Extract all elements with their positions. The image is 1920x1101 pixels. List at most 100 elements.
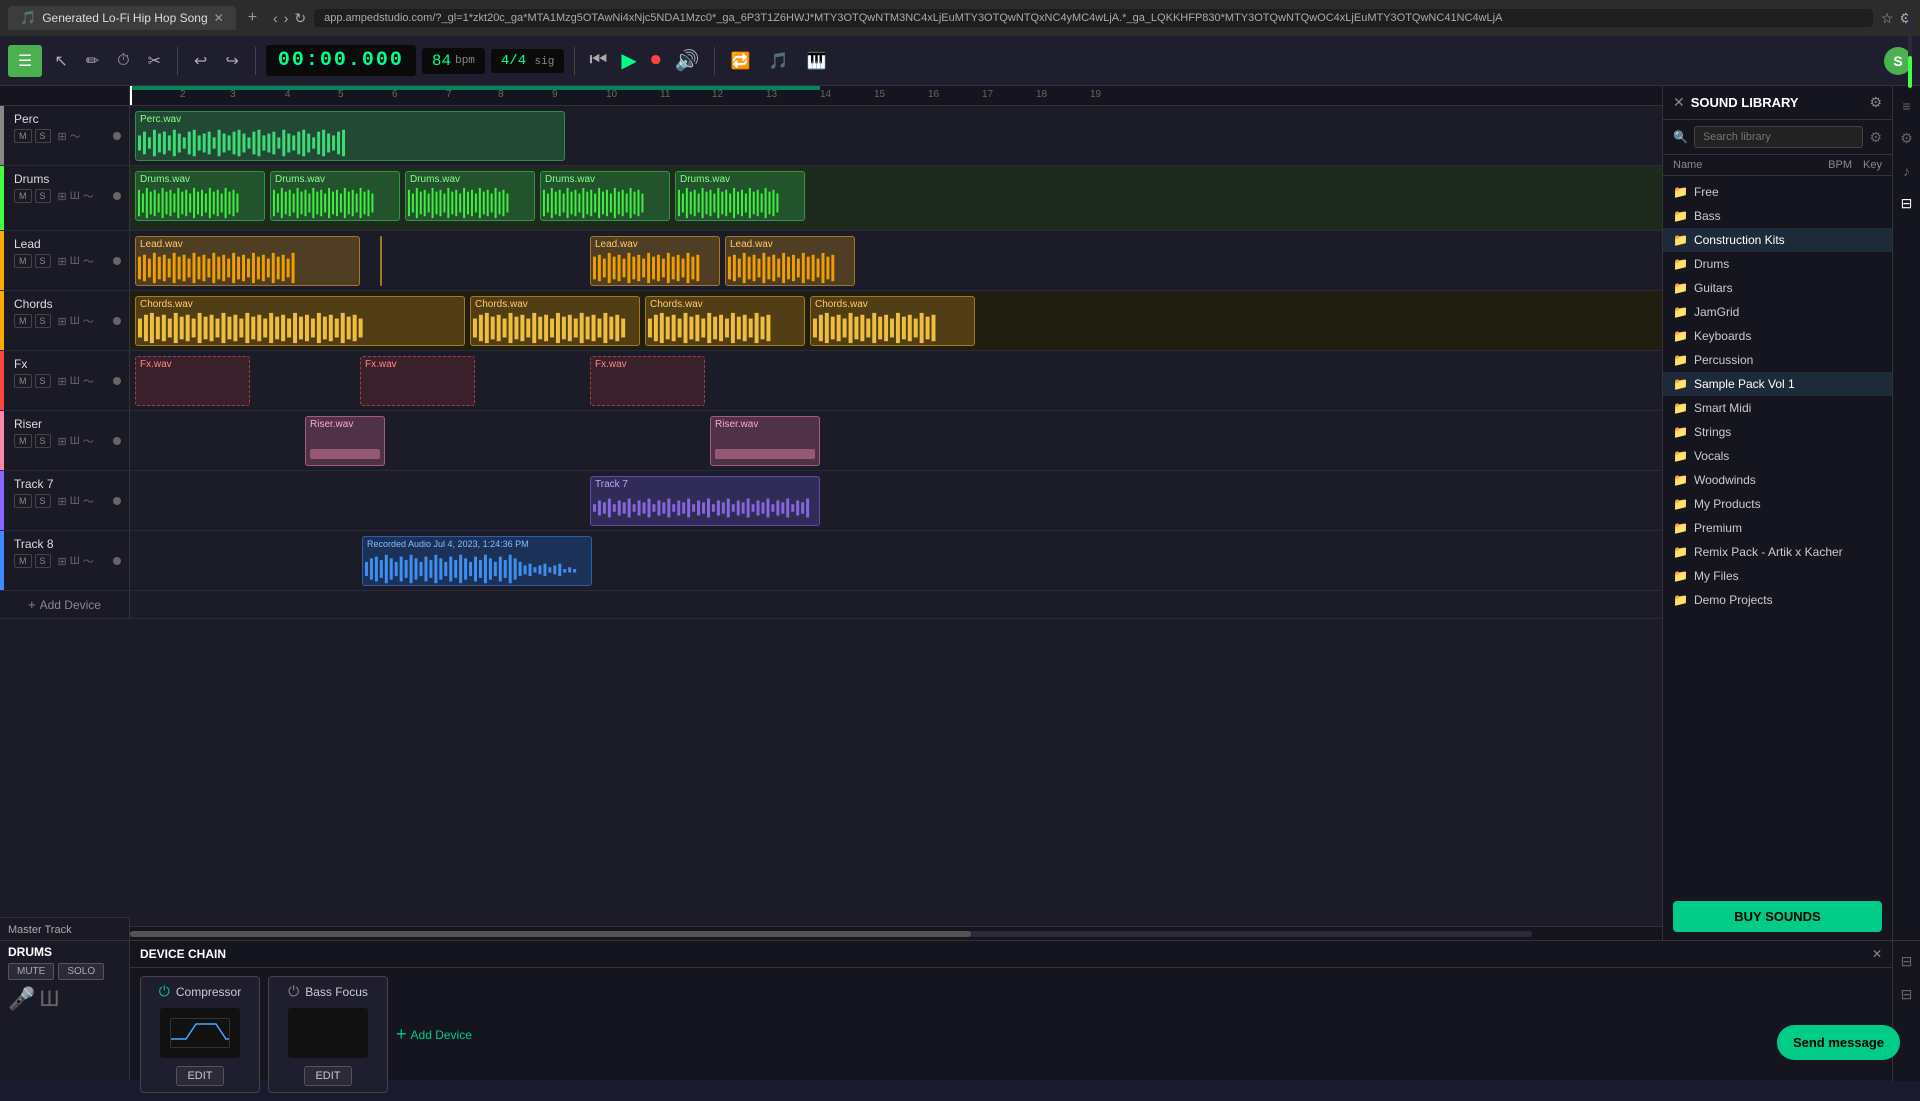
panel-icon-1[interactable]: ≡: [1898, 94, 1914, 118]
bottom-panel-icon-1[interactable]: ⊟: [1897, 949, 1917, 974]
close-library-btn[interactable]: ✕: [1673, 94, 1685, 111]
solo-fx[interactable]: S: [35, 374, 51, 388]
clip-drums-4[interactable]: Drums.wav: [540, 171, 670, 221]
lib-item-keyboards[interactable]: 📁 Keyboards: [1663, 324, 1892, 348]
clip-fx-2[interactable]: Fx.wav: [360, 356, 475, 406]
bpm-display[interactable]: 84 bpm: [422, 48, 485, 74]
mute-riser[interactable]: M: [14, 434, 32, 448]
panel-icon-4[interactable]: ⊟: [1897, 191, 1917, 216]
menu-button[interactable]: ☰: [8, 45, 42, 77]
eq-drums[interactable]: Ш: [70, 190, 80, 202]
lib-item-myproducts[interactable]: 📁 My Products: [1663, 492, 1892, 516]
bass-focus-edit-btn[interactable]: EDIT: [304, 1066, 351, 1086]
clip-drums-2[interactable]: Drums.wav: [270, 171, 400, 221]
tracks-scroll[interactable]: Perc M S ⊞ 〜 P: [0, 106, 1662, 926]
vol-knob-track8[interactable]: [113, 557, 121, 565]
tab-close-btn[interactable]: ✕: [214, 11, 224, 25]
solo-track8[interactable]: S: [35, 554, 51, 568]
solo-perc[interactable]: S: [35, 129, 51, 143]
eq-lead[interactable]: Ш: [70, 255, 80, 267]
bottom-mute-btn[interactable]: MUTE: [8, 963, 54, 980]
eraser-tool-btn[interactable]: ⏱: [111, 48, 135, 74]
track-content-perc[interactable]: Perc.wav: [130, 106, 1662, 166]
mute-chords[interactable]: M: [14, 314, 32, 328]
play-btn[interactable]: ▶: [617, 44, 640, 77]
lib-item-premium[interactable]: 📁 Premium: [1663, 516, 1892, 540]
time-sig-display[interactable]: 4/4 sig: [491, 49, 564, 73]
clip-chords-4[interactable]: Chords.wav: [810, 296, 975, 346]
buy-sounds-btn[interactable]: BUY SOUNDS: [1673, 901, 1882, 932]
track-content-lead[interactable]: Lead.wav Lead.wav Lead.wav Lead.wav: [130, 231, 1662, 291]
lib-item-smartmidi[interactable]: 📁 Smart Midi: [1663, 396, 1892, 420]
mute-track8[interactable]: M: [14, 554, 32, 568]
track-content-track8[interactable]: Recorded Audio Jul 4, 2023, 1:24:36 PM: [130, 531, 1662, 591]
eq-chords[interactable]: Ш: [70, 315, 80, 327]
track-content-fx[interactable]: Fx.wav Fx.wav Fx.wav: [130, 351, 1662, 411]
bottom-panel-icon-2[interactable]: ⊟: [1897, 982, 1917, 1007]
add-track-btn[interactable]: + Add Device: [0, 591, 130, 619]
filter-icon[interactable]: ⚙: [1869, 129, 1882, 146]
clip-riser-1[interactable]: Riser.wav: [305, 416, 385, 466]
metronome-btn[interactable]: 🎵: [763, 47, 795, 75]
fx-lead[interactable]: ⊞: [58, 255, 67, 268]
clip-fx-1[interactable]: Fx.wav: [135, 356, 250, 406]
solo-track7[interactable]: S: [35, 494, 51, 508]
clip-drums-5[interactable]: Drums.wav: [675, 171, 805, 221]
back-btn[interactable]: ‹: [273, 10, 278, 26]
vol-knob-lead[interactable]: [113, 257, 121, 265]
clip-chords-1[interactable]: Chords.wav: [135, 296, 465, 346]
vol-knob-track7[interactable]: [113, 497, 121, 505]
track-content-track7[interactable]: Track 7: [130, 471, 1662, 531]
fx-chords[interactable]: ⊞: [58, 315, 67, 328]
track-content-chords[interactable]: Chords.wav Chords.wav Chords.wav Ch: [130, 291, 1662, 351]
clip-lead-2[interactable]: Lead.wav: [380, 236, 382, 286]
bottom-solo-btn[interactable]: SOLO: [58, 963, 104, 980]
add-device-btn[interactable]: + Add Device: [396, 1024, 472, 1045]
library-search-input[interactable]: [1694, 126, 1863, 148]
clip-chords-3[interactable]: Chords.wav: [645, 296, 805, 346]
lib-item-demoprojects[interactable]: 📁 Demo Projects: [1663, 588, 1892, 612]
bookmark-icon[interactable]: ☆: [1881, 10, 1894, 27]
eq-fx[interactable]: Ш: [70, 375, 80, 387]
clip-track7-1[interactable]: Track 7: [590, 476, 820, 526]
record-btn[interactable]: ⏺: [647, 45, 665, 76]
lib-item-bass[interactable]: 📁 Bass: [1663, 204, 1892, 228]
mute-track7[interactable]: M: [14, 494, 32, 508]
cut-tool-btn[interactable]: ✂: [142, 47, 167, 75]
loop-region[interactable]: [130, 86, 820, 90]
fx-riser[interactable]: ⊞: [58, 435, 67, 448]
clip-perc-1[interactable]: Perc.wav: [135, 111, 565, 161]
vol-knob-drums[interactable]: [113, 192, 121, 200]
clip-lead-3[interactable]: Lead.wav: [590, 236, 720, 286]
lib-item-strings[interactable]: 📁 Strings: [1663, 420, 1892, 444]
h-scrollbar[interactable]: [0, 926, 1662, 940]
forward-btn[interactable]: ›: [284, 10, 289, 26]
fx-track8[interactable]: ⊞: [58, 555, 67, 568]
refresh-btn[interactable]: ↻: [294, 10, 306, 27]
volume-btn[interactable]: 🔊: [671, 44, 704, 77]
vol-knob-perc[interactable]: [113, 132, 121, 140]
panel-icon-2[interactable]: ⚙: [1896, 126, 1917, 151]
library-settings-icon[interactable]: ⚙: [1869, 94, 1882, 111]
eq-track7[interactable]: Ш: [70, 495, 80, 507]
midi-btn[interactable]: 🎹: [800, 47, 832, 75]
lib-item-construction[interactable]: 📁 Construction Kits: [1663, 228, 1892, 252]
mute-lead[interactable]: M: [14, 254, 32, 268]
solo-chords[interactable]: S: [35, 314, 51, 328]
loop-btn[interactable]: 🔁: [725, 47, 757, 75]
new-tab-btn[interactable]: +: [248, 9, 257, 27]
clip-lead-1[interactable]: Lead.wav: [135, 236, 360, 286]
monitor-btn[interactable]: Ш: [39, 986, 59, 1012]
vol-knob-chords[interactable]: [113, 317, 121, 325]
undo-btn[interactable]: ↩: [188, 47, 213, 75]
fx-track7[interactable]: ⊞: [58, 495, 67, 508]
eq-track8[interactable]: Ш: [70, 555, 80, 567]
h-scroll-thumb[interactable]: [130, 931, 971, 937]
clip-track8-1[interactable]: Recorded Audio Jul 4, 2023, 1:24:36 PM: [362, 536, 592, 586]
eq-riser[interactable]: Ш: [70, 435, 80, 447]
lib-item-drums[interactable]: 📁 Drums: [1663, 252, 1892, 276]
mute-drums[interactable]: M: [14, 189, 32, 203]
fx-drums[interactable]: ⊞: [58, 190, 67, 203]
compressor-power-icon[interactable]: ⏻: [159, 983, 170, 1000]
lib-item-myfiles[interactable]: 📁 My Files: [1663, 564, 1892, 588]
